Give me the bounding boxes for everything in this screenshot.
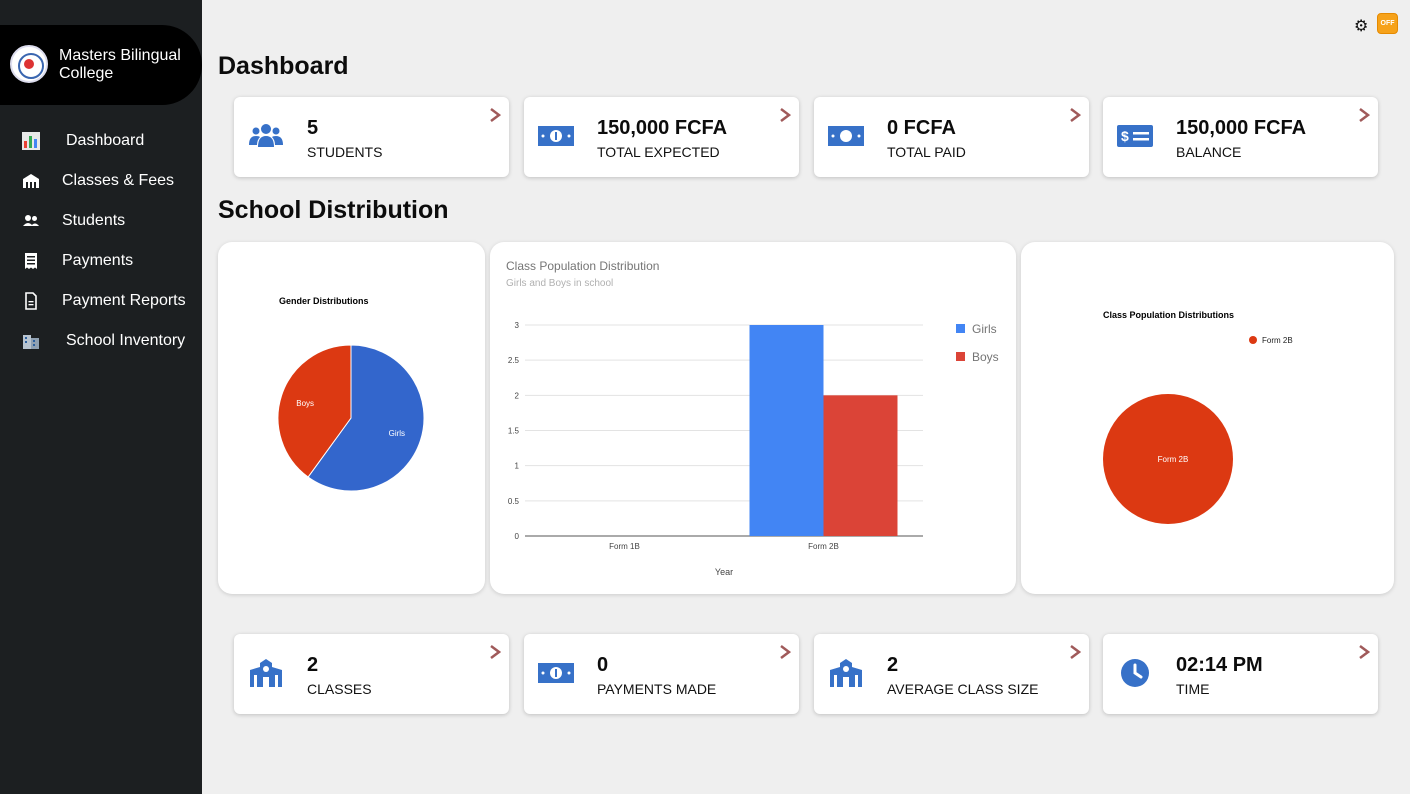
stat-card-time[interactable]: 02:14 PM TIME (1103, 634, 1378, 714)
sidebar-item-label: Payments (62, 252, 134, 269)
stat-caption: AVERAGE CLASS SIZE (887, 681, 1039, 697)
stat-value: 0 FCFA (887, 117, 956, 139)
class-population-chart-panel: Class Population Distribution Girls and … (490, 242, 1016, 594)
gear-icon[interactable]: ⚙ (1354, 16, 1368, 36)
bar-boys-form-2b[interactable] (823, 395, 898, 536)
x-axis-label: Year (715, 567, 733, 577)
chart-title: Class Population Distribution (506, 259, 659, 273)
page-title: Dashboard (218, 52, 349, 80)
stat-value: 5 (307, 117, 319, 139)
sidebar-item-label: Students (62, 212, 126, 229)
chevron-right-icon[interactable] (1069, 108, 1081, 122)
y-tick-label: 2.5 (508, 356, 520, 365)
stat-card-payments-made[interactable]: 0 PAYMENTS MADE (524, 634, 799, 714)
sidebar-item-dashboard[interactable]: Dashboard (0, 121, 202, 161)
brand-header[interactable]: Masters Bilingual College (0, 25, 202, 105)
chevron-right-icon[interactable] (779, 108, 791, 122)
sidebar-item-school-inventory[interactable]: School Inventory (0, 321, 202, 361)
check-icon: $ (1117, 125, 1153, 147)
stat-caption: PAYMENTS MADE (597, 681, 717, 697)
x-tick-label: Form 2B (808, 542, 839, 551)
x-tick-label: Form 1B (609, 542, 640, 551)
sidebar-item-label: School Inventory (66, 332, 186, 349)
sidebar-item-payment-reports[interactable]: Payment Reports (0, 281, 202, 321)
stat-caption: STUDENTS (307, 144, 383, 160)
users-icon (249, 124, 283, 147)
stat-card-total-expected[interactable]: 150,000 FCFA TOTAL EXPECTED (524, 97, 799, 177)
slice-label: Boys (296, 399, 314, 408)
gender-chart-panel: Gender Distributions Girls Boys (218, 242, 485, 594)
stat-value: 02:14 PM (1176, 654, 1263, 676)
off-toggle-button[interactable]: OFF (1377, 13, 1398, 34)
chart-title: Class Population Distributions (1103, 310, 1234, 320)
stat-caption: TOTAL PAID (887, 144, 966, 160)
stat-value: 150,000 FCFA (1176, 117, 1307, 139)
stat-value: 2 (887, 654, 899, 676)
y-tick-label: 1.5 (508, 427, 520, 436)
sidebar-item-classes-fees[interactable]: Classes & Fees (0, 161, 202, 201)
chevron-right-icon[interactable] (489, 108, 501, 122)
stat-card-balance[interactable]: $ 150,000 FCFA BALANCE (1103, 97, 1378, 177)
chart-title: Gender Distributions (279, 296, 369, 306)
stat-card-average-class-size[interactable]: 2 AVERAGE CLASS SIZE (814, 634, 1089, 714)
stat-caption: CLASSES (307, 681, 372, 697)
money-bill-icon (828, 126, 864, 146)
sidebar-item-label: Dashboard (66, 132, 145, 149)
sidebar-item-label: Payment Reports (62, 292, 186, 309)
stat-card-students[interactable]: 5 STUDENTS (234, 97, 509, 177)
sidebar-nav: Dashboard Classes & Fees Students Paymen… (0, 121, 202, 361)
bar-chart-icon (22, 132, 40, 150)
chevron-right-icon[interactable] (779, 645, 791, 659)
money-bill-icon (538, 126, 574, 146)
sidebar-item-payments[interactable]: Payments (0, 241, 202, 281)
legend-label: Boys (972, 350, 999, 364)
chart-subtitle: Girls and Boys in school (506, 278, 613, 289)
legend-swatch (1249, 336, 1257, 344)
y-tick-label: 0 (515, 532, 520, 541)
school-icon (830, 659, 862, 687)
chevron-right-icon[interactable] (1069, 645, 1081, 659)
school-icon (250, 659, 282, 687)
legend-swatch (956, 352, 965, 361)
class-distribution-chart-panel: Class Population Distributions Form 2B F… (1021, 242, 1394, 594)
slice-label: Form 2B (1158, 455, 1189, 464)
clock-icon (1121, 659, 1149, 687)
legend-swatch (956, 324, 965, 333)
school-icon (23, 174, 39, 188)
sidebar-item-label: Classes & Fees (62, 172, 175, 189)
legend-label: Girls (972, 322, 997, 336)
sidebar-item-students[interactable]: Students (0, 201, 202, 241)
school-name: Masters Bilingual College (59, 47, 181, 82)
svg-text:$: $ (1121, 128, 1129, 144)
chevron-right-icon[interactable] (489, 645, 501, 659)
stat-value: 150,000 FCFA (597, 117, 728, 139)
stat-caption: TIME (1176, 681, 1210, 697)
users-icon (23, 215, 39, 226)
stat-card-classes[interactable]: 2 CLASSES (234, 634, 509, 714)
chevron-right-icon[interactable] (1358, 645, 1370, 659)
slice-label: Girls (389, 429, 405, 438)
bar-girls-form-2b[interactable] (749, 325, 824, 536)
gender-pie-chart: Gender Distributions Girls Boys (277, 296, 425, 492)
money-bill-icon (538, 663, 574, 683)
class-population-bar-chart: Class Population Distribution Girls and … (506, 259, 999, 577)
stat-caption: BALANCE (1176, 144, 1242, 160)
sidebar: Masters Bilingual College Dashboard Clas… (0, 0, 202, 794)
stat-value: 0 (597, 654, 609, 676)
y-tick-label: 2 (515, 391, 520, 400)
receipt-icon (25, 253, 37, 269)
chevron-right-icon[interactable] (1358, 108, 1370, 122)
legend-label: Form 2B (1262, 336, 1293, 345)
stat-value: 2 (307, 654, 319, 676)
stat-caption: TOTAL EXPECTED (597, 144, 720, 160)
y-tick-label: 0.5 (508, 497, 520, 506)
y-tick-label: 1 (515, 462, 520, 471)
class-pie-chart: Class Population Distributions Form 2B F… (1103, 310, 1293, 524)
school-logo (10, 45, 48, 83)
section-title-distribution: School Distribution (218, 196, 449, 224)
building-icon (23, 335, 39, 349)
file-icon (25, 292, 37, 310)
y-tick-label: 3 (515, 321, 520, 330)
stat-card-total-paid[interactable]: 0 FCFA TOTAL PAID (814, 97, 1089, 177)
